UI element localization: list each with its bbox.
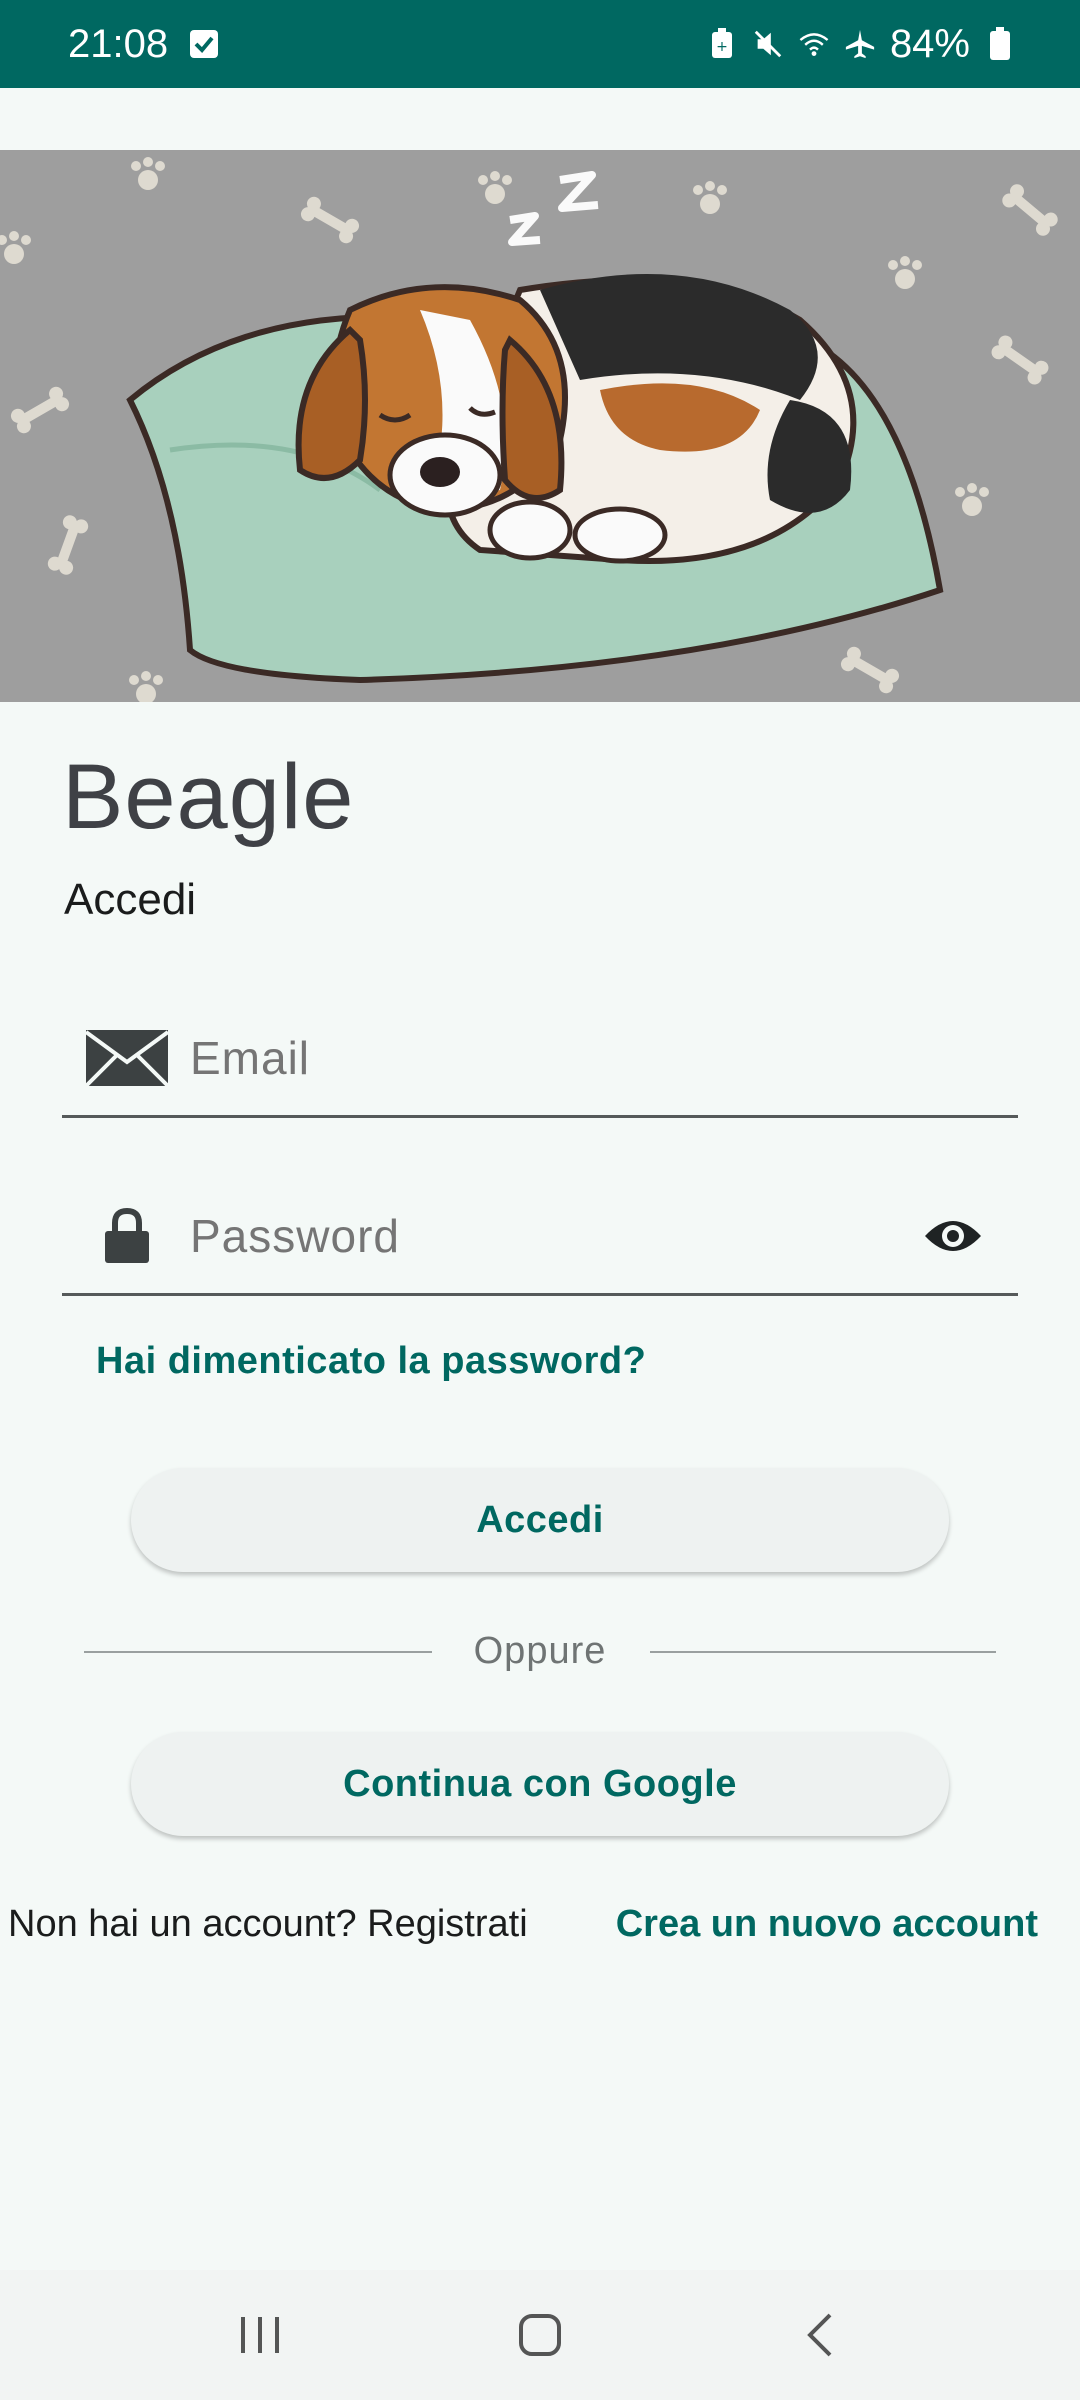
recent-apps-icon[interactable]: [220, 2295, 300, 2375]
mute-icon: [752, 28, 784, 60]
show-password-icon[interactable]: [918, 1206, 988, 1266]
lock-icon: [82, 1201, 172, 1271]
signup-row: Non hai un account? Registrati Crea un n…: [8, 1897, 1078, 1951]
password-input[interactable]: [190, 1208, 918, 1263]
svg-text:+: +: [716, 39, 728, 55]
login-button[interactable]: Accedi: [131, 1468, 949, 1572]
battery-saver-icon: +: [706, 28, 738, 60]
status-right: + 84%: [706, 22, 1016, 67]
create-account-link[interactable]: Crea un nuovo account: [616, 1903, 1038, 1946]
status-bar: 21:08 + 84%: [0, 0, 1080, 88]
top-strip: [0, 88, 1080, 150]
divider-line-right: [650, 1651, 996, 1653]
page-subtitle: Accedi: [64, 875, 197, 924]
email-icon: [82, 1023, 172, 1093]
home-icon[interactable]: [500, 2295, 580, 2375]
battery-icon: [984, 27, 1016, 60]
back-icon[interactable]: [780, 2295, 860, 2375]
airplane-icon: [844, 28, 876, 60]
signup-prompt: Non hai un account? Registrati: [8, 1902, 528, 1945]
status-time: 21:08: [68, 21, 169, 66]
google-signin-button[interactable]: Continua con Google: [131, 1732, 949, 1836]
forgot-password-link[interactable]: Hai dimenticato la password?: [96, 1340, 646, 1383]
app-title: Beagle: [62, 746, 355, 848]
wifi-icon: [798, 28, 830, 60]
email-field[interactable]: [62, 1000, 1018, 1118]
status-left: 21:08: [68, 22, 220, 67]
sleeping-beagle-illustration: [0, 150, 1080, 702]
hero-image: [0, 150, 1080, 702]
battery-percent: 84%: [889, 21, 970, 66]
navigation-bar: [0, 2270, 1080, 2400]
check-box-icon: [188, 28, 220, 60]
password-field[interactable]: [62, 1178, 1018, 1296]
email-input[interactable]: [190, 1030, 1018, 1085]
or-divider: Oppure: [84, 1630, 996, 1674]
